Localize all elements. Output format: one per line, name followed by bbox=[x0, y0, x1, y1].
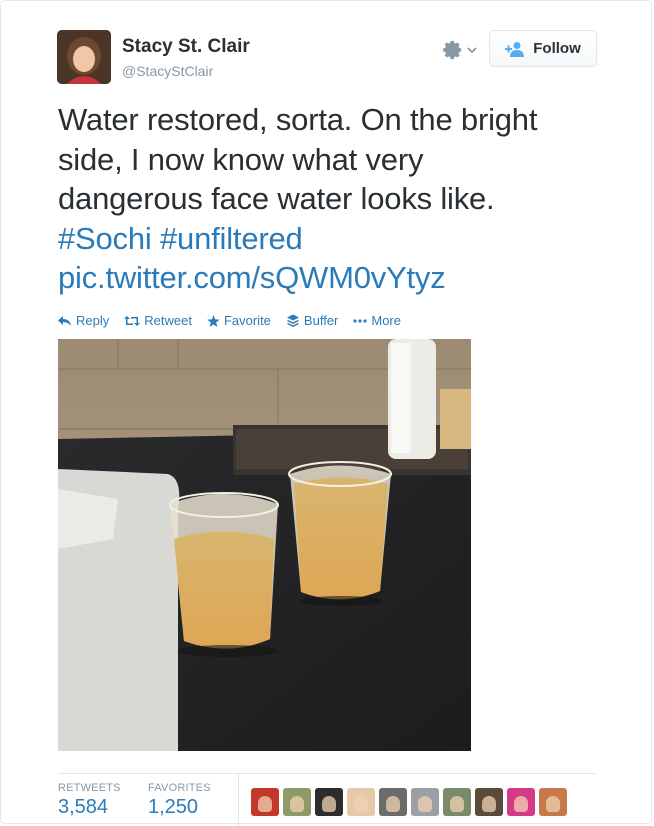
reply-icon bbox=[58, 315, 71, 326]
tweet-stats: RETWEETS 3,584 FAVORITES 1,250 bbox=[58, 773, 596, 826]
favoriter-avatar[interactable] bbox=[283, 788, 311, 816]
reply-button[interactable]: Reply bbox=[58, 313, 109, 328]
author-handle[interactable]: @StacyStClair bbox=[122, 63, 213, 79]
favoriter-avatar[interactable] bbox=[507, 788, 535, 816]
more-button[interactable]: More bbox=[353, 313, 401, 328]
favoriter-avatar[interactable] bbox=[539, 788, 567, 816]
buffer-button[interactable]: Buffer bbox=[286, 313, 338, 328]
tweet-actions: Reply Retweet Favorite Buffer More bbox=[58, 313, 401, 328]
favorite-label: Favorite bbox=[223, 313, 271, 328]
tweet-photo[interactable] bbox=[58, 339, 471, 751]
retweets-stat[interactable]: RETWEETS 3,584 bbox=[58, 782, 121, 819]
tweet-text: Water restored, sorta. On the bright sid… bbox=[58, 100, 618, 298]
buffer-label: Buffer bbox=[303, 313, 339, 328]
author-name[interactable]: Stacy St. Clair bbox=[122, 36, 250, 58]
retweets-count[interactable]: 3,584 bbox=[58, 796, 121, 819]
favoriter-avatar-face bbox=[482, 796, 496, 812]
tweet-line: Water restored, sorta. On the bright bbox=[58, 102, 538, 137]
favoriter-avatar[interactable] bbox=[443, 788, 471, 816]
favorites-stat[interactable]: FAVORITES 1,250 bbox=[148, 782, 211, 819]
retweet-icon bbox=[124, 315, 141, 326]
add-user-icon bbox=[505, 41, 525, 57]
favoriter-avatar[interactable] bbox=[251, 788, 279, 816]
tweet-line: side, I now know what very bbox=[58, 141, 424, 177]
favoriter-avatar[interactable] bbox=[475, 788, 503, 816]
photo-link[interactable]: pic.twitter.com/sQWM0vYtyz bbox=[58, 260, 446, 295]
gear-icon bbox=[443, 40, 462, 60]
retweet-label: Retweet bbox=[144, 313, 192, 328]
retweet-button[interactable]: Retweet bbox=[124, 313, 192, 328]
favoriter-avatar-face bbox=[546, 796, 560, 812]
favoriter-avatar[interactable] bbox=[411, 788, 439, 816]
more-icon bbox=[353, 318, 367, 323]
favoriter-avatar-face bbox=[290, 796, 304, 812]
favoriter-avatars bbox=[251, 788, 567, 816]
favoriter-avatar-face bbox=[514, 796, 528, 812]
favoriter-avatar[interactable] bbox=[315, 788, 343, 816]
chevron-down-icon bbox=[467, 47, 477, 54]
favoriter-avatar-face bbox=[418, 796, 432, 812]
favoriter-avatar-face bbox=[258, 796, 272, 812]
favorites-label: FAVORITES bbox=[148, 782, 211, 794]
favoriter-avatar-face bbox=[322, 796, 336, 812]
retweets-label: RETWEETS bbox=[58, 782, 121, 794]
buffer-icon bbox=[286, 314, 299, 327]
stats-divider bbox=[238, 774, 239, 826]
reply-label: Reply bbox=[76, 313, 110, 328]
follow-label: Follow bbox=[533, 40, 581, 57]
favorites-count[interactable]: 1,250 bbox=[148, 796, 211, 819]
favorite-button[interactable]: Favorite bbox=[207, 313, 271, 328]
photo-image bbox=[58, 339, 471, 751]
favoriter-avatar-face bbox=[354, 796, 368, 812]
avatar-image bbox=[57, 30, 111, 84]
favoriter-avatar[interactable] bbox=[347, 788, 375, 816]
favoriter-avatar-face bbox=[450, 796, 464, 812]
follow-button[interactable]: Follow bbox=[489, 30, 597, 67]
tweet-card: Stacy St. Clair @StacyStClair Follow Wat… bbox=[0, 0, 652, 826]
more-label: More bbox=[371, 313, 401, 328]
hashtag-link[interactable]: #Sochi bbox=[58, 221, 152, 256]
favoriter-avatar-face bbox=[386, 796, 400, 812]
star-icon bbox=[207, 314, 220, 327]
author-avatar[interactable] bbox=[57, 30, 111, 84]
settings-dropdown[interactable] bbox=[442, 37, 488, 63]
hashtag-link[interactable]: #unfiltered bbox=[160, 221, 303, 256]
favoriter-avatar[interactable] bbox=[379, 788, 407, 816]
tweet-line: dangerous face water looks like. bbox=[58, 181, 495, 216]
